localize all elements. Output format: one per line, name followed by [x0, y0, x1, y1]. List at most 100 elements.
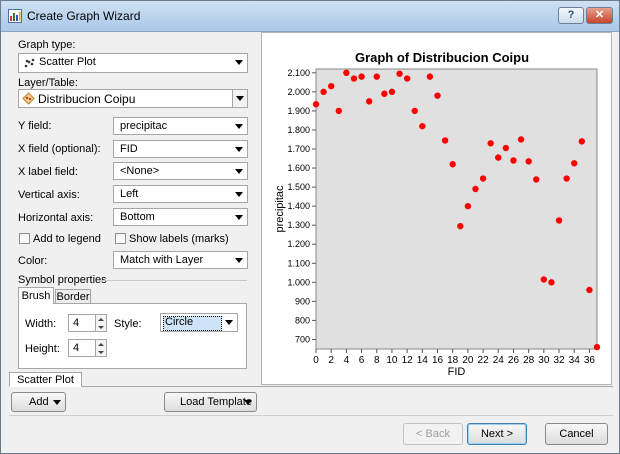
y-field-label: Y field: — [18, 120, 52, 132]
x-tick-label: 4 — [344, 355, 350, 366]
data-point — [495, 154, 502, 161]
data-point — [525, 158, 532, 165]
height-label: Height: — [25, 343, 60, 355]
y-tick-label: 700 — [295, 334, 310, 344]
show-labels-label: Show labels (marks) — [129, 233, 229, 245]
x-tick-label: 32 — [553, 355, 565, 366]
data-point — [373, 73, 380, 80]
data-point — [571, 160, 578, 167]
data-point — [555, 217, 563, 224]
horizontal-axis-dropdown[interactable]: Bottom — [113, 208, 248, 226]
add-button[interactable]: Add — [11, 392, 66, 412]
y-tick-label: 1.900 — [287, 106, 310, 116]
chevron-down-icon — [235, 215, 243, 220]
vertical-axis-value: Left — [120, 188, 139, 200]
chevron-down-icon — [235, 169, 243, 174]
height-input[interactable]: 4 — [68, 339, 96, 357]
color-dropdown[interactable]: Match with Layer — [113, 251, 248, 269]
chart-title: Graph of Distribucion Coipu — [355, 50, 529, 65]
chevron-down-icon — [235, 192, 243, 197]
data-point — [358, 73, 365, 80]
data-point — [350, 75, 358, 82]
add-to-legend-checkbox[interactable] — [19, 233, 30, 244]
show-labels-checkbox[interactable] — [115, 233, 126, 244]
y-tick-label: 1.600 — [287, 163, 310, 173]
data-point — [464, 202, 472, 210]
data-point — [388, 88, 396, 96]
y-tick-label: 1.500 — [287, 182, 310, 192]
y-tick-label: 1.000 — [287, 277, 310, 287]
x-label-field-dropdown[interactable]: <None> — [113, 162, 248, 180]
help-button[interactable]: ? — [558, 7, 584, 24]
load-template-label: Load Template — [180, 396, 252, 408]
x-tick-label: 10 — [386, 355, 398, 366]
chevron-down-icon — [235, 60, 243, 65]
data-point — [434, 92, 441, 99]
data-point — [578, 138, 586, 145]
next-button[interactable]: Next > — [467, 423, 527, 445]
y-tick-label: 1.200 — [287, 239, 310, 249]
x-tick-label: 20 — [462, 355, 474, 366]
data-point — [327, 82, 335, 90]
y-tick-label: 2.000 — [287, 87, 310, 97]
tab-brush[interactable]: Brush — [18, 287, 54, 304]
y-tick-label: 1.400 — [287, 201, 310, 211]
data-point — [381, 90, 388, 97]
y-tick-label: 1.800 — [287, 125, 310, 135]
x-tick-label: 0 — [313, 355, 319, 366]
y-tick-label: 800 — [295, 315, 310, 325]
plot-area — [315, 68, 598, 350]
data-point — [479, 175, 487, 182]
vertical-axis-label: Vertical axis: — [18, 189, 80, 201]
tab-strip-line — [9, 386, 613, 387]
height-spinner[interactable] — [95, 339, 107, 357]
graph-preview-panel: Graph of Distribucion Coipu FID precipit… — [261, 32, 612, 385]
x-field-dropdown[interactable]: FID — [113, 140, 248, 158]
color-label: Color: — [18, 255, 48, 267]
divider — [97, 280, 247, 281]
width-value: 4 — [73, 317, 80, 329]
x-tick-label: 30 — [538, 355, 550, 366]
vertical-axis-dropdown[interactable]: Left — [113, 185, 248, 203]
y-tick-label: 1.700 — [287, 144, 310, 154]
spin-up-icon — [98, 318, 104, 321]
y-field-dropdown[interactable]: precipitac — [113, 117, 248, 135]
data-point — [403, 75, 411, 82]
close-button[interactable]: ✕ — [586, 7, 613, 24]
window-title: Create Graph Wizard — [27, 9, 141, 23]
data-point — [365, 98, 373, 105]
chevron-down-icon — [225, 320, 233, 325]
tab-scatter-plot[interactable]: Scatter Plot — [9, 372, 82, 387]
data-point — [411, 107, 418, 115]
spin-up-icon — [98, 343, 104, 346]
footer-divider — [9, 415, 613, 416]
width-input[interactable]: 4 — [68, 314, 96, 332]
cancel-button[interactable]: Cancel — [545, 423, 608, 445]
x-field-value: FID — [120, 143, 138, 155]
layer-dropdown-button[interactable] — [232, 90, 247, 107]
y-axis-title: precipitac — [274, 185, 286, 233]
color-value: Match with Layer — [120, 254, 204, 266]
layer-icon — [22, 92, 35, 105]
chevron-down-icon — [244, 400, 252, 405]
horizontal-axis-value: Bottom — [120, 211, 155, 223]
data-point — [510, 157, 517, 164]
back-button[interactable]: < Back — [403, 423, 463, 445]
data-point — [457, 222, 464, 230]
x-tick-label: 26 — [508, 355, 520, 366]
load-template-button[interactable]: Load Template — [164, 392, 257, 412]
data-point — [548, 279, 555, 286]
tab-border[interactable]: Border — [55, 289, 91, 304]
x-field-label: X field (optional): — [18, 143, 101, 155]
spin-down-icon — [98, 326, 104, 329]
x-tick-label: 28 — [523, 355, 535, 366]
data-point — [540, 276, 548, 283]
width-spinner[interactable] — [95, 314, 107, 332]
layer-table-dropdown[interactable]: Distribucion Coipu — [18, 89, 248, 108]
style-dropdown[interactable]: Circle — [160, 313, 238, 332]
create-graph-wizard-window: Create Graph Wizard ? ✕ Graph type: Scat… — [0, 0, 620, 454]
x-tick-label: 12 — [402, 355, 414, 366]
graph-type-dropdown[interactable]: Scatter Plot — [18, 53, 248, 73]
data-point — [586, 286, 593, 294]
data-point — [396, 70, 403, 77]
